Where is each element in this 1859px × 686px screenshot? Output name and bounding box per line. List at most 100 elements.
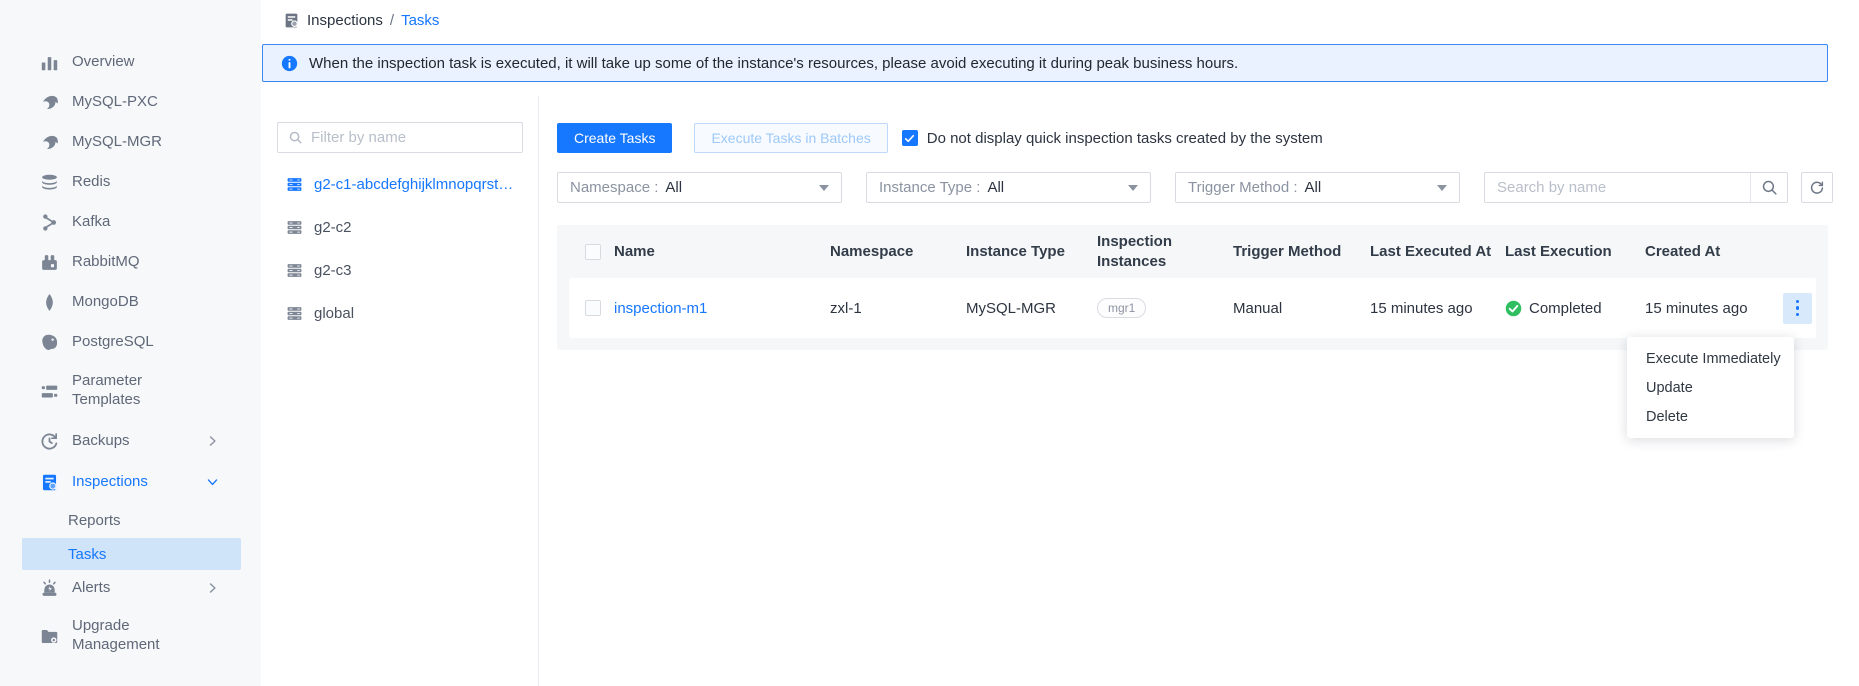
info-banner-text: When the inspection task is executed, it… xyxy=(309,55,1238,72)
cluster-item-label: g2-c2 xyxy=(314,219,519,236)
col-inspection-instances: Inspection Instances xyxy=(1097,232,1207,271)
sidebar-item-rabbitmq[interactable]: RabbitMQ xyxy=(0,242,261,282)
caret-down-icon xyxy=(1128,185,1138,196)
menu-item-execute-immediately[interactable]: Execute Immediately xyxy=(1627,344,1794,373)
instance-tag: mgr1 xyxy=(1097,298,1146,318)
sidebar-item-redis[interactable]: Redis xyxy=(0,162,261,202)
cell-instance-type: MySQL-MGR xyxy=(966,300,1097,317)
search-box xyxy=(1484,172,1788,203)
sidebar-item-inspections[interactable]: Inspections xyxy=(0,462,261,502)
sidebar-item-alerts[interactable]: Alerts xyxy=(0,570,261,606)
trigger-method-select[interactable]: Trigger Method : All xyxy=(1175,172,1460,203)
network-icon xyxy=(40,213,59,232)
col-last-execution: Last Execution xyxy=(1505,243,1645,260)
cluster-item[interactable]: g2-c2 xyxy=(277,206,523,249)
server-icon xyxy=(286,219,303,236)
search-input[interactable] xyxy=(1485,179,1750,196)
cluster-filter[interactable] xyxy=(277,122,523,153)
sidebar-item-label: MySQL-PXC xyxy=(72,93,158,112)
menu-item-delete[interactable]: Delete xyxy=(1627,402,1794,431)
breadcrumb-current[interactable]: Tasks xyxy=(401,12,439,29)
cell-trigger-method: Manual xyxy=(1233,300,1370,317)
cluster-panel: g2-c1-abcdefghijklmnopqrstuvwx... g2-c2 … xyxy=(262,96,539,686)
breadcrumb-section: Inspections xyxy=(307,12,383,29)
cluster-filter-input[interactable] xyxy=(311,129,512,146)
col-name: Name xyxy=(614,243,830,260)
sidebar-item-reports[interactable]: Reports xyxy=(0,502,261,538)
col-instance-type: Instance Type xyxy=(966,243,1097,260)
execute-batches-button[interactable]: Execute Tasks in Batches xyxy=(694,123,887,153)
hide-quick-tasks-checkbox-wrap[interactable]: Do not display quick inspection tasks cr… xyxy=(902,130,1323,147)
sidebar-item-kafka[interactable]: Kafka xyxy=(0,202,261,242)
checkbox-checked-icon[interactable] xyxy=(902,130,918,146)
sidebar-item-label: Reports xyxy=(68,512,121,529)
sidebar-item-label: Redis xyxy=(72,173,110,192)
refresh-icon xyxy=(1809,180,1825,196)
instance-type-select-label: Instance Type : xyxy=(879,179,980,196)
namespace-select-value: All xyxy=(665,179,819,196)
chevron-down-icon xyxy=(206,476,219,489)
trigger-method-select-label: Trigger Method : xyxy=(1188,179,1298,196)
toolbar: Create Tasks Execute Tasks in Batches Do… xyxy=(557,123,1323,153)
backup-icon xyxy=(40,432,59,451)
sidebar-item-label: Tasks xyxy=(68,546,106,563)
instance-type-select-value: All xyxy=(987,179,1128,196)
cluster-item[interactable]: g2-c1-abcdefghijklmnopqrstuvwx... xyxy=(277,163,523,206)
caret-down-icon xyxy=(819,185,829,196)
sidebar-item-tasks[interactable]: Tasks xyxy=(22,538,241,570)
inspection-doc-icon xyxy=(283,12,300,29)
trigger-method-select-value: All xyxy=(1305,179,1438,196)
sidebar-item-label: Inspections xyxy=(72,473,148,492)
col-namespace: Namespace xyxy=(830,243,966,260)
sidebar-item-overview[interactable]: Overview xyxy=(0,42,261,82)
cluster-item[interactable]: global xyxy=(277,292,523,335)
instance-type-select[interactable]: Instance Type : All xyxy=(866,172,1151,203)
row-actions-kebab-button[interactable] xyxy=(1783,293,1812,324)
cluster-item-label: g2-c1-abcdefghijklmnopqrstuvwx... xyxy=(314,176,519,193)
col-created-at: Created At xyxy=(1645,243,1770,260)
check-circle-icon xyxy=(1505,300,1522,317)
dolphin-icon xyxy=(40,93,59,112)
search-icon xyxy=(288,130,303,145)
sidebar-item-mysql-mgr[interactable]: MySQL-MGR xyxy=(0,122,261,162)
cell-last-executed-at: 15 minutes ago xyxy=(1370,300,1505,317)
breadcrumb: Inspections / Tasks xyxy=(283,12,439,29)
search-button[interactable] xyxy=(1750,173,1787,202)
sidebar-item-label: MySQL-MGR xyxy=(72,133,162,152)
chevron-right-icon xyxy=(206,582,219,595)
cluster-list: g2-c1-abcdefghijklmnopqrstuvwx... g2-c2 … xyxy=(277,163,523,335)
tasks-table: Name Namespace Instance Type Inspection … xyxy=(557,225,1828,350)
row-checkbox[interactable] xyxy=(585,300,601,316)
filter-row: Namespace : All Instance Type : All Trig… xyxy=(557,172,1833,203)
sidebar-item-upgrade-management[interactable]: Upgrade Management xyxy=(0,606,261,666)
menu-item-update[interactable]: Update xyxy=(1627,373,1794,402)
sidebar-item-postgresql[interactable]: PostgreSQL xyxy=(0,322,261,362)
row-context-menu: Execute Immediately Update Delete xyxy=(1627,337,1794,438)
info-banner: When the inspection task is executed, it… xyxy=(262,44,1828,82)
cluster-item[interactable]: g2-c3 xyxy=(277,249,523,292)
sidebar-item-backups[interactable]: Backups xyxy=(0,420,261,462)
alarm-icon xyxy=(40,579,59,598)
create-tasks-button[interactable]: Create Tasks xyxy=(557,123,672,153)
elephant-icon xyxy=(40,333,59,352)
dolphin-icon xyxy=(40,133,59,152)
table-header: Name Namespace Instance Type Inspection … xyxy=(557,225,1828,278)
status-badge: Completed xyxy=(1505,300,1645,317)
namespace-select[interactable]: Namespace : All xyxy=(557,172,842,203)
server-icon xyxy=(286,305,303,322)
sidebar-item-label: Alerts xyxy=(72,579,110,598)
sidebar-item-parameter-templates[interactable]: Parameter Templates xyxy=(0,362,261,420)
task-name-link[interactable]: inspection-m1 xyxy=(614,300,830,317)
cluster-item-label: g2-c3 xyxy=(314,262,519,279)
col-last-executed-at: Last Executed At xyxy=(1370,243,1505,260)
server-icon xyxy=(286,262,303,279)
namespace-select-label: Namespace : xyxy=(570,179,658,196)
sliders-icon xyxy=(40,382,59,401)
sidebar-item-mysql-pxc[interactable]: MySQL-PXC xyxy=(0,82,261,122)
sidebar-item-label: PostgreSQL xyxy=(72,333,154,352)
refresh-button[interactable] xyxy=(1801,172,1833,203)
col-trigger-method: Trigger Method xyxy=(1233,243,1370,260)
sidebar-item-mongodb[interactable]: MongoDB xyxy=(0,282,261,322)
sidebar: Overview MySQL-PXC MySQL-MGR Redis Kafka… xyxy=(0,0,261,686)
select-all-checkbox[interactable] xyxy=(585,244,601,260)
